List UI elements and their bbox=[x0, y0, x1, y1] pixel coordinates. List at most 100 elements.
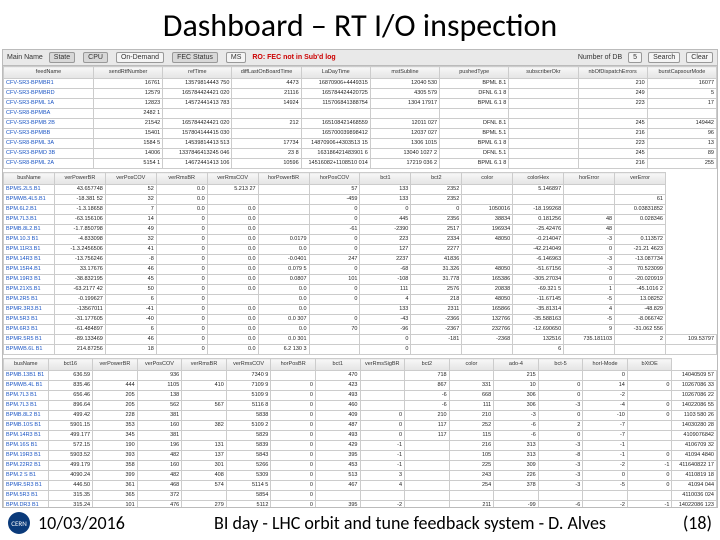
col-header[interactable]: bct2 bbox=[405, 359, 450, 371]
table-row[interactable]: BPM.7L3 B1656.462051385109 90493-6668306… bbox=[4, 391, 717, 401]
table-row[interactable]: BPMB.8L2.B1-1.7.8507984900.0-61-23902517… bbox=[4, 225, 717, 235]
col-header[interactable]: verRmsCOV bbox=[226, 359, 271, 371]
table-row[interactable]: BPM.14R3 B1499.177345381582904930117115-… bbox=[4, 431, 717, 441]
table-row[interactable]: BPMB.13B1 B1636.599367340 94707182150140… bbox=[4, 371, 717, 381]
col-header[interactable]: horPosBR bbox=[271, 359, 316, 371]
tab-state[interactable]: State bbox=[49, 52, 75, 63]
table-row[interactable]: BPM.11R3.B1-1.3.24565064100.00.001272277… bbox=[4, 245, 717, 255]
table-row[interactable]: BPMR.3R3.B1-13567011-4100.00.01332311165… bbox=[4, 305, 717, 315]
table-row[interactable]: CFV-SR3-BPMBB15401157804144415 030165700… bbox=[4, 129, 717, 139]
table-row[interactable]: BPMB.10S B15901.153531603825109 20487011… bbox=[4, 421, 717, 431]
table-row[interactable]: BPM.19R3 B1-38.8321954500.00.0807101-108… bbox=[4, 275, 717, 285]
col-header[interactable]: nbOfDispatchErrors bbox=[578, 67, 647, 79]
table-row[interactable]: BPM.2 S B14090.2439948240853090513324322… bbox=[4, 471, 717, 481]
label-mainname: Main Name bbox=[7, 54, 43, 61]
cell: 57 bbox=[309, 185, 360, 195]
numdb-value[interactable]: 5 bbox=[628, 52, 642, 63]
table-row[interactable]: BPM.7L3 B1896.642055625675116 80460-6111… bbox=[4, 401, 717, 411]
cell: 2517 bbox=[411, 225, 462, 235]
cell: 7109 9 bbox=[226, 381, 271, 391]
col-header[interactable]: sendRtfNumber bbox=[94, 67, 163, 79]
table-row[interactable]: CFV-SR8-BPML 2A5154 114672441413 1061059… bbox=[4, 159, 717, 169]
col-header[interactable]: verRmsBR bbox=[156, 173, 207, 185]
tab-cpu[interactable]: CPU bbox=[83, 52, 108, 63]
col-header[interactable]: bct-5 bbox=[538, 359, 583, 371]
col-header[interactable]: refTime bbox=[163, 67, 232, 79]
table-row[interactable]: BPMWB.6L B1214.872561800.06.2 130 306 bbox=[4, 345, 717, 355]
col-header[interactable]: horPosCOV bbox=[309, 173, 360, 185]
table-row[interactable]: BPM.6L2.B1-1.3.1865870.00.00001050016-18… bbox=[4, 205, 717, 215]
table-row[interactable]: BPM.6R3 B1-61.484897600.00.070-96-236723… bbox=[4, 325, 717, 335]
col-header[interactable]: verPowerBR bbox=[93, 359, 138, 371]
col-header[interactable]: busName bbox=[4, 173, 55, 185]
col-header[interactable]: diffLastOnBoardTime bbox=[232, 67, 301, 79]
cell: 14870906+4303513 15 bbox=[301, 139, 370, 149]
select-ms[interactable]: MS bbox=[226, 52, 247, 63]
table-row[interactable]: CFV-SR3-BPMBR11676113579814443 750447316… bbox=[4, 79, 717, 89]
table-row[interactable]: BPMWB.4L5.B1-18.381 52320.0-459133235261 bbox=[4, 195, 717, 205]
table-row[interactable]: BPMWB.4L B1835.4644411054107109 90423867… bbox=[4, 381, 717, 391]
clear-button[interactable]: Clear bbox=[686, 52, 713, 63]
col-header[interactable]: LaDayTime bbox=[301, 67, 370, 79]
table-row[interactable]: BPM.7L3.B1-63.1561061400.004452356388340… bbox=[4, 215, 717, 225]
cell: 223 bbox=[578, 139, 647, 149]
col-header[interactable]: busName bbox=[4, 359, 49, 371]
tab-fecstatus[interactable]: FEC Status bbox=[172, 52, 218, 63]
col-header[interactable]: verPowerBR bbox=[54, 173, 105, 185]
col-header[interactable]: color bbox=[462, 173, 513, 185]
table-row[interactable]: BPM.5R3 B1-31.177605-4000.00.0 3070-43-2… bbox=[4, 315, 717, 325]
col-header[interactable]: feedName bbox=[4, 67, 94, 79]
col-header[interactable]: subscriberOkr bbox=[509, 67, 578, 79]
table-row[interactable]: BPM.21X5.B1-63.2177 425000.00.0011125762… bbox=[4, 285, 717, 295]
table-row[interactable]: BPM.5R3 B1315.35365372585404110036 024 bbox=[4, 491, 717, 501]
table-row[interactable]: CFV-SR8-BPML 3A1584 514539814413 5131773… bbox=[4, 139, 717, 149]
footer-text: BI day - LHC orbit and tune feedback sys… bbox=[148, 512, 672, 534]
table-row[interactable]: CFV-SR3-BPML 1A1282314572441413 78314924… bbox=[4, 99, 717, 109]
col-header[interactable]: horError bbox=[564, 173, 615, 185]
col-header[interactable]: verPosCOV bbox=[137, 359, 182, 371]
table-row[interactable]: BPM.16S B1572.1519019613158390429-121631… bbox=[4, 441, 717, 451]
col-header[interactable]: verError bbox=[615, 173, 666, 185]
table-row[interactable]: BPM.14R3 B1-13.756246-800.0-0.0401247223… bbox=[4, 255, 717, 265]
col-header[interactable]: verRmsBR bbox=[182, 359, 227, 371]
col-header[interactable]: burstCapsourMode bbox=[647, 67, 716, 79]
cell: -99 bbox=[494, 501, 539, 509]
table-row[interactable]: BPMS.2L5.B143.657748520.05.213 275713323… bbox=[4, 185, 717, 195]
table-row[interactable]: BPM.19R3 B15903.5239348213758430395-1105… bbox=[4, 451, 717, 461]
col-header[interactable]: color bbox=[449, 359, 494, 371]
table-row[interactable]: CFV-SR3-BPMD 3B140061337846413245 04623 … bbox=[4, 149, 717, 159]
col-header[interactable]: mstSubline bbox=[370, 67, 439, 79]
cell: 105 bbox=[449, 451, 494, 461]
table-row[interactable]: BPMR.5R3 B1446.503614685745114 504674254… bbox=[4, 481, 717, 491]
col-header[interactable]: ado-4 bbox=[494, 359, 539, 371]
col-header[interactable]: bct1 bbox=[360, 173, 411, 185]
table-row[interactable]: BPMR.5R5 B1-89.1334694600.00.0 3010-181-… bbox=[4, 335, 717, 345]
col-header[interactable]: horI-Mode bbox=[583, 359, 628, 371]
col-header[interactable]: pushedType bbox=[440, 67, 509, 79]
col-header[interactable]: verRmsCOV bbox=[207, 173, 258, 185]
cell: -8.066742 bbox=[615, 315, 666, 325]
search-button[interactable]: Search bbox=[648, 52, 680, 63]
table-row[interactable]: BPMB.8L2 B1499.42228381583804090210210-3… bbox=[4, 411, 717, 421]
tab-ondemand[interactable]: On-Demand bbox=[116, 52, 164, 63]
table-row[interactable]: CFV-SR3-BPMBRD12579165784424421 02021116… bbox=[4, 89, 717, 99]
table-row[interactable]: CFV-SR3-BPMB 2B21542165784424421 0202121… bbox=[4, 119, 717, 129]
table-row[interactable]: BPM.2R5 B1-0.199627600.00421848050-11.67… bbox=[4, 295, 717, 305]
table-row[interactable]: BPM.10.3 B1-4.8330983200.00.017902232334… bbox=[4, 235, 717, 245]
col-header[interactable]: bXtOE bbox=[627, 359, 672, 371]
cell: 48050 bbox=[462, 265, 513, 275]
cell: 0 bbox=[271, 441, 316, 451]
col-header[interactable]: bct1 bbox=[315, 359, 360, 371]
col-header[interactable]: bct2 bbox=[411, 173, 462, 185]
table-row[interactable]: CFV-SR8-BPMBA2482 1 bbox=[4, 109, 717, 119]
col-header[interactable]: colorHex bbox=[513, 173, 564, 185]
table-row[interactable]: BPM.22R2 B1499.17935816030152660453-1225… bbox=[4, 461, 717, 471]
table-row[interactable]: BPM.15R4.B133.176764600.00.079 50-6831.3… bbox=[4, 265, 717, 275]
table-row[interactable]: BPM.DR3 B1315.2410147627951120395-2211-9… bbox=[4, 501, 717, 509]
col-header[interactable]: horPowerBR bbox=[258, 173, 309, 185]
col-header[interactable]: verPosCOV bbox=[105, 173, 156, 185]
col-header[interactable]: bct16 bbox=[48, 359, 93, 371]
cell: 493 bbox=[315, 391, 360, 401]
col-header[interactable]: verRmsSigBR bbox=[360, 359, 405, 371]
cell: 215 bbox=[494, 371, 539, 381]
